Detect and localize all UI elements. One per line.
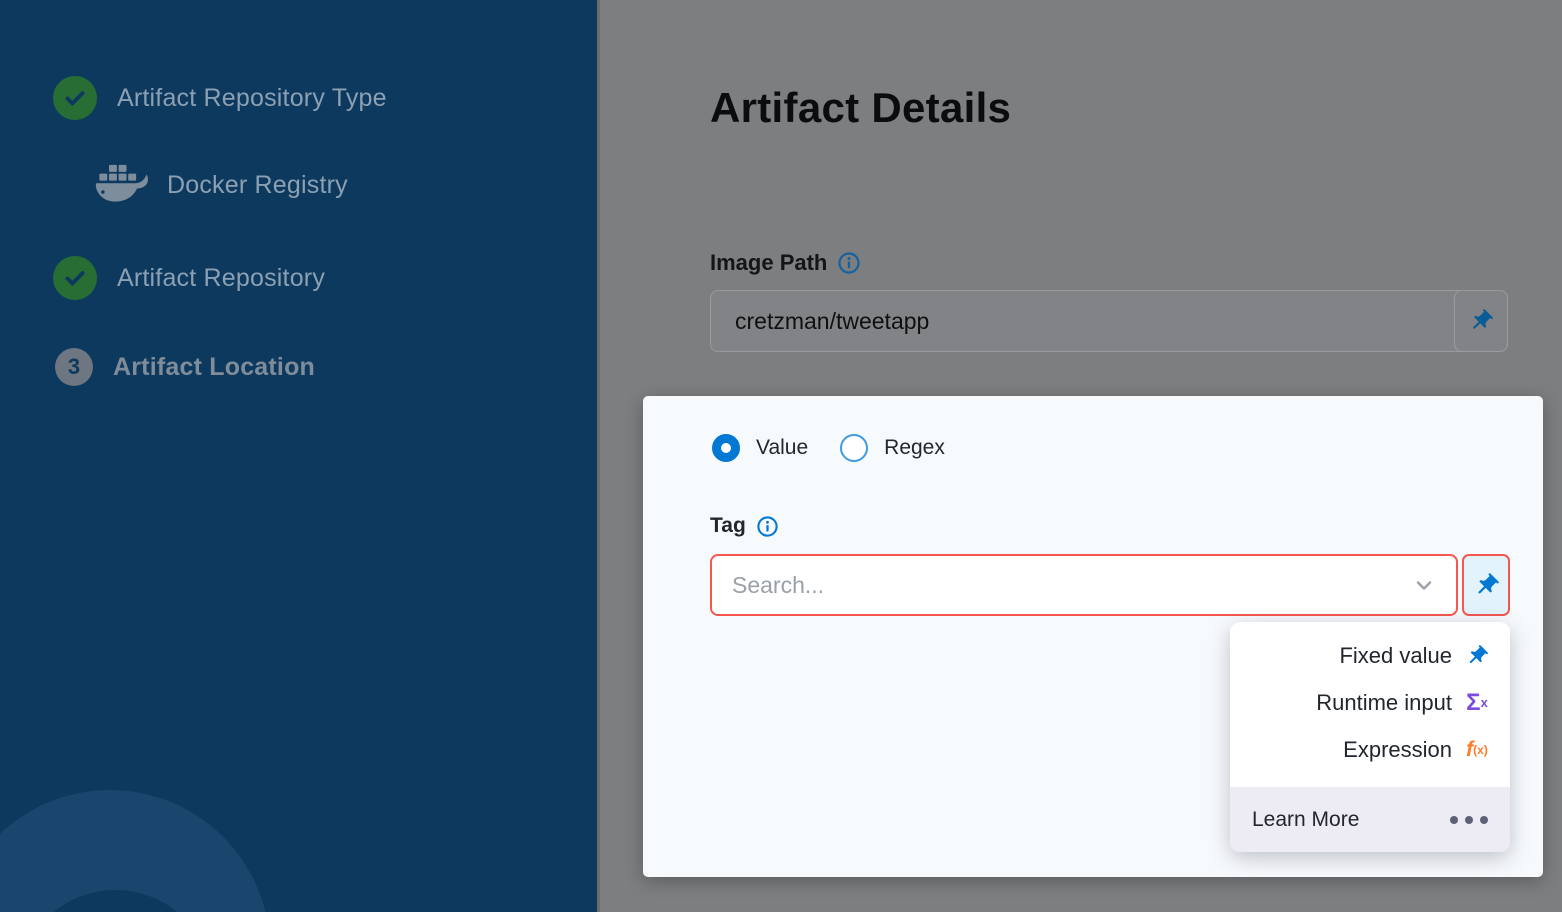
learn-more-link[interactable]: Learn More bbox=[1252, 808, 1359, 832]
tag-type-radio-group: Value Regex bbox=[712, 434, 945, 462]
step-label: Artifact Repository Type bbox=[117, 84, 387, 113]
menu-item-expression[interactable]: Expression f(x) bbox=[1230, 726, 1510, 773]
image-path-field bbox=[710, 290, 1508, 352]
sidebar-item-docker-registry[interactable]: Docker Registry bbox=[95, 164, 348, 206]
chevron-down-icon[interactable] bbox=[1406, 573, 1456, 597]
artifact-wizard-screen: Artifact Repository Type Docker Registry bbox=[0, 0, 1562, 912]
radio-option-value[interactable]: Value bbox=[712, 434, 808, 462]
info-icon[interactable] bbox=[756, 515, 779, 538]
menu-item-label: Expression bbox=[1343, 737, 1452, 763]
info-icon[interactable] bbox=[837, 251, 861, 275]
check-circle-icon bbox=[53, 256, 97, 300]
check-circle-icon bbox=[53, 76, 97, 120]
menu-item-runtime-input[interactable]: Runtime input Σx bbox=[1230, 679, 1510, 726]
sidebar-item-artifact-location[interactable]: 3 Artifact Location bbox=[55, 348, 315, 386]
step-label: Docker Registry bbox=[167, 171, 348, 200]
tag-label-row: Tag bbox=[710, 514, 779, 538]
value-type-dropdown-menu: Fixed value Runtime input Σx Expression … bbox=[1230, 622, 1510, 852]
more-options-icon[interactable] bbox=[1450, 816, 1488, 824]
regex-radio[interactable] bbox=[840, 434, 868, 462]
image-path-pin-button[interactable] bbox=[1454, 290, 1508, 352]
step-label: Artifact Repository bbox=[117, 264, 325, 293]
sidebar-item-artifact-repository-type[interactable]: Artifact Repository Type bbox=[53, 76, 387, 120]
sigma-x-icon: Σx bbox=[1464, 689, 1490, 717]
sidebar-item-artifact-repository[interactable]: Artifact Repository bbox=[53, 256, 325, 300]
tag-search-input[interactable] bbox=[712, 556, 1406, 614]
menu-item-label: Fixed value bbox=[1339, 643, 1452, 669]
pin-icon bbox=[1464, 644, 1490, 668]
page-title: Artifact Details bbox=[710, 84, 1011, 132]
f-of-x-icon: f(x) bbox=[1464, 738, 1490, 762]
menu-item-label: Runtime input bbox=[1316, 690, 1452, 716]
tag-search-field bbox=[710, 554, 1458, 616]
docker-whale-icon bbox=[95, 164, 151, 206]
wizard-sidebar: Artifact Repository Type Docker Registry bbox=[0, 0, 597, 912]
image-path-label-row: Image Path bbox=[710, 250, 861, 276]
tag-label: Tag bbox=[710, 514, 746, 538]
value-radio-label: Value bbox=[756, 436, 808, 460]
tag-config-panel: Value Regex Tag Fixed bbox=[643, 396, 1543, 877]
sidebar-divider bbox=[597, 0, 600, 912]
menu-item-fixed-value[interactable]: Fixed value bbox=[1230, 632, 1510, 679]
radio-option-regex[interactable]: Regex bbox=[840, 434, 945, 462]
regex-radio-label: Regex bbox=[884, 436, 945, 460]
tag-pin-button[interactable] bbox=[1462, 554, 1510, 616]
image-path-input[interactable] bbox=[711, 291, 1454, 351]
value-radio[interactable] bbox=[712, 434, 740, 462]
dropdown-footer: Learn More bbox=[1230, 787, 1510, 852]
step-number-badge: 3 bbox=[55, 348, 93, 386]
step-label: Artifact Location bbox=[113, 353, 315, 382]
image-path-label: Image Path bbox=[710, 250, 827, 276]
value-type-options: Fixed value Runtime input Σx Expression … bbox=[1230, 622, 1510, 773]
